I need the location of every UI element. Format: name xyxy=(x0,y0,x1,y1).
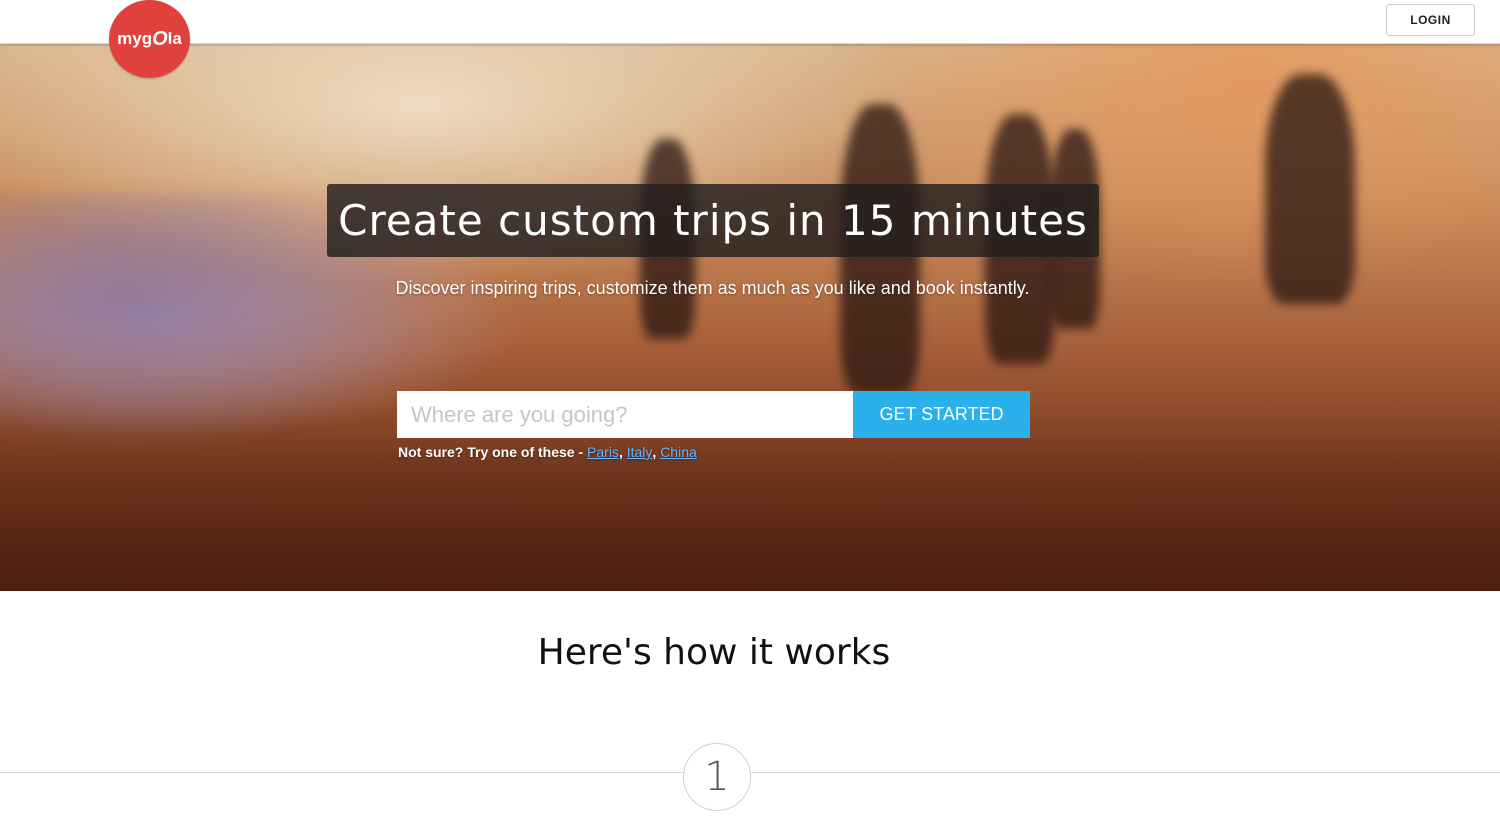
hero-headline: Create custom trips in 15 minutes xyxy=(327,184,1099,257)
destination-search-input[interactable] xyxy=(397,391,853,438)
hero-subline: Discover inspiring trips, customize them… xyxy=(395,278,1030,298)
hero-banner xyxy=(0,44,1500,591)
suggestion-link-china[interactable]: China xyxy=(660,444,697,460)
get-started-button[interactable]: GET STARTED xyxy=(853,391,1030,438)
step-number-badge: 1 xyxy=(683,743,751,811)
suggestion-link-italy[interactable]: Italy xyxy=(627,444,653,460)
suggestion-link-paris[interactable]: Paris xyxy=(587,444,619,460)
top-navigation-bar: LOGIN xyxy=(0,0,1500,44)
how-it-works-title: Here's how it works xyxy=(537,632,891,673)
login-button[interactable]: LOGIN xyxy=(1386,4,1475,36)
destination-suggestions: Not sure? Try one of these - Paris, Ital… xyxy=(398,444,697,460)
logo-text-pre: myg xyxy=(117,29,153,48)
logo-text-o: O xyxy=(152,27,168,50)
mygola-logo[interactable]: myg Ola xyxy=(109,0,190,78)
suggestions-prefix: Not sure? Try one of these - xyxy=(398,444,588,460)
logo-text-post: la xyxy=(167,29,182,48)
hero-background-figure xyxy=(1265,74,1355,304)
